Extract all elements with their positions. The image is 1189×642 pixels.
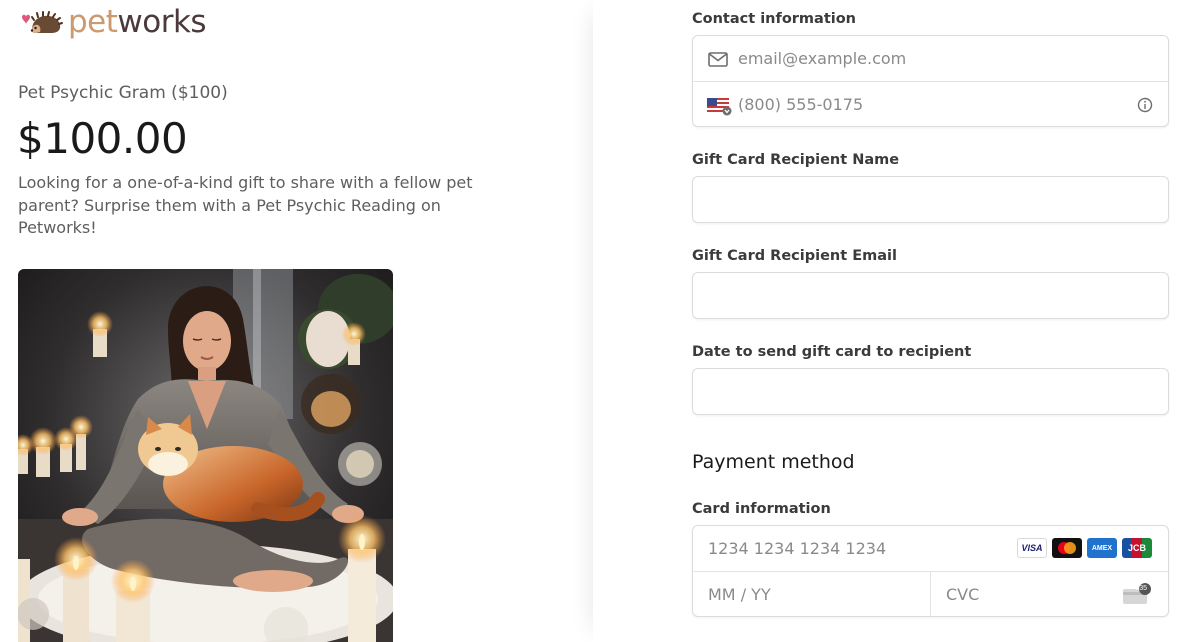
- recipient-name-label: Gift Card Recipient Name: [692, 152, 900, 168]
- card-number-placeholder: 1234 1234 1234 1234: [708, 539, 887, 558]
- card-number-field[interactable]: 1234 1234 1234 1234 VISA AMEX JCB: [693, 526, 1168, 571]
- mastercard-icon: [1052, 538, 1082, 558]
- jcb-icon: JCB: [1122, 538, 1152, 558]
- email-input-placeholder: email@example.com: [738, 49, 907, 68]
- logo-text-works: works: [117, 3, 207, 40]
- send-date-input[interactable]: [692, 368, 1169, 415]
- contact-information-label: Contact information: [692, 11, 857, 27]
- phone-field[interactable]: (800) 555-0175: [693, 81, 1168, 126]
- card-information-group: 1234 1234 1234 1234 VISA AMEX JCB MM / Y…: [692, 525, 1169, 617]
- product-summary-panel: petworks Pet Psychic Gram ($100) $100.00…: [0, 0, 593, 642]
- payment-method-title: Payment method: [692, 451, 855, 473]
- cvc-placeholder: CVC: [946, 585, 980, 604]
- logo-text-pet: pet: [68, 3, 118, 40]
- recipient-email-label: Gift Card Recipient Email: [692, 248, 897, 264]
- send-date-label: Date to send gift card to recipient: [692, 344, 972, 360]
- product-name: Pet Psychic Gram ($100): [18, 83, 228, 103]
- product-description: Looking for a one-of-a-kind gift to shar…: [18, 173, 473, 237]
- expiry-field[interactable]: MM / YY: [693, 572, 930, 616]
- envelope-icon: [708, 52, 728, 67]
- cvc-badge-text: 135: [1135, 585, 1147, 592]
- amex-icon: AMEX: [1087, 538, 1117, 558]
- info-icon[interactable]: [1137, 97, 1153, 113]
- recipient-name-input[interactable]: [692, 176, 1169, 223]
- expiry-placeholder: MM / YY: [708, 585, 771, 604]
- phone-input-placeholder: (800) 555-0175: [738, 95, 864, 114]
- us-flag-icon[interactable]: [707, 96, 733, 116]
- checkout-form-panel: Contact information email@example.com (8…: [593, 0, 1189, 642]
- email-field[interactable]: email@example.com: [693, 36, 1168, 81]
- product-price: $100.00: [17, 114, 188, 163]
- card-brands: VISA AMEX JCB: [1017, 538, 1152, 558]
- card-information-label: Card information: [692, 501, 831, 517]
- cvc-field[interactable]: CVC 135: [930, 572, 1168, 616]
- hedgehog-heart-icon: [18, 8, 64, 36]
- visa-icon: VISA: [1017, 538, 1047, 558]
- psychic-with-cat-image: [18, 269, 393, 642]
- contact-information-group: email@example.com (800) 555-0175: [692, 35, 1169, 127]
- petworks-logo[interactable]: petworks: [18, 2, 207, 42]
- recipient-email-input[interactable]: [692, 272, 1169, 319]
